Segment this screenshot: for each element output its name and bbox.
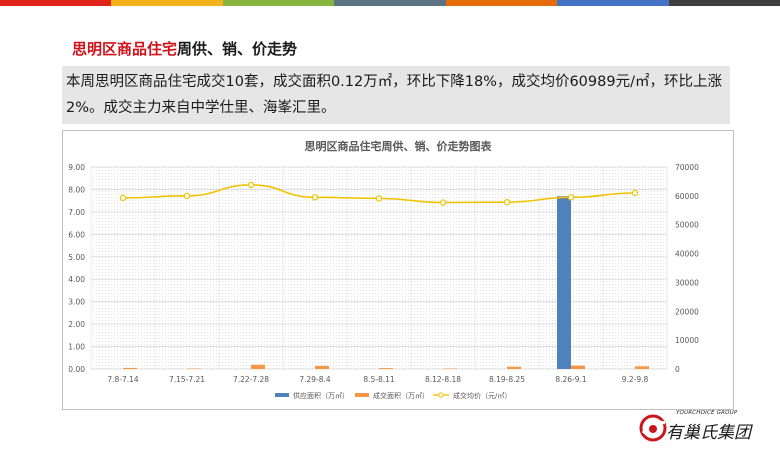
y-right-tick-label: 0: [675, 365, 680, 374]
y-right-tick-label: 60000: [675, 192, 699, 201]
page-title-black: 周供、销、价走势: [177, 40, 298, 58]
price-point: [503, 199, 511, 206]
x-tick-label: 7.22-7.28: [233, 375, 269, 384]
y-left-tick-label: 0.00: [68, 365, 85, 374]
y-right-tick-label: 70000: [675, 163, 699, 172]
deal-area-bar: [123, 367, 137, 369]
y-left-tick-label: 1.00: [68, 343, 85, 352]
y-right-tick-label: 20000: [675, 307, 699, 316]
company-logo: YOURCHOICE GROUP 有巢氏集团: [636, 410, 776, 446]
logo-subtitle: YOURCHOICE GROUP: [676, 410, 738, 416]
y-right-tick-label: 40000: [675, 250, 699, 259]
legend-swatch: [275, 393, 289, 397]
price-point: [311, 194, 319, 201]
y-right-tick-label: 10000: [675, 336, 699, 345]
page-title: 思明区商品住宅周供、销、价走势: [72, 38, 297, 59]
x-tick-label: 8.5-8.11: [363, 375, 395, 384]
price-point: [375, 195, 383, 202]
price-point: [567, 194, 575, 201]
price-point: [439, 199, 447, 206]
price-point: [247, 181, 255, 189]
color-band: [334, 0, 446, 6]
x-tick-label: 7.15-7.21: [169, 375, 205, 384]
price-point: [183, 192, 191, 200]
x-tick-label: 8.19-8.25: [489, 375, 525, 384]
y-left-tick-label: 5.00: [68, 253, 85, 262]
legend-marker: [438, 392, 444, 398]
logo-name: 有巢氏集团: [666, 423, 751, 443]
y-left-tick-label: 3.00: [68, 298, 85, 307]
x-tick-label: 8.12-8.18: [425, 375, 461, 384]
legend-label: 成交面积（万㎡）: [373, 391, 429, 400]
deal-area-bar: [251, 364, 265, 369]
deal-area-bar: [571, 365, 585, 369]
combo-chart: 思明区商品住宅周供、销、价走势图表 0.00 1.00 2.00 3.00 4.00 5.…: [68, 139, 699, 400]
legend-swatch: [355, 393, 369, 397]
color-band: [222, 0, 335, 6]
page-title-red: 思明区商品住宅: [72, 40, 178, 58]
price-point: [631, 189, 639, 197]
color-band: [668, 0, 780, 6]
chart-title: 思明区商品住宅周供、销、价走势图表: [305, 139, 493, 153]
top-color-bar: [0, 0, 780, 6]
y-left-tick-label: 7.00: [68, 208, 85, 217]
color-band: [0, 0, 112, 6]
deal-area-bar: [315, 365, 329, 369]
x-tick-label: 7.29-8.4: [299, 375, 331, 384]
color-band: [557, 0, 669, 6]
price-point: [119, 194, 127, 202]
y-right-tick-label: 30000: [675, 278, 699, 287]
chart-container: 思明区商品住宅周供、销、价走势图表 0.00 1.00 2.00 3.00 4.00 5.…: [62, 130, 734, 410]
y-right-tick-label: 50000: [675, 221, 699, 230]
x-tick-label: 8.26-9.1: [555, 375, 587, 384]
supply-bar: [557, 196, 571, 369]
deal-area-bar: [379, 368, 393, 369]
y-left-tick-label: 8.00: [68, 185, 85, 194]
summary-text: 本周思明区商品住宅成交10套，成交面积0.12万㎡，环比下降18%，成交均价60…: [62, 66, 730, 124]
y-left-tick-label: 9.00: [68, 163, 85, 172]
color-band: [111, 0, 223, 6]
x-tick-label: 9.2-9.8: [622, 375, 649, 384]
legend-label: 成交均价（元/㎡）: [453, 391, 511, 400]
y-left-tick-label: 6.00: [68, 230, 85, 239]
x-tick-label: 7.8-7.14: [107, 375, 139, 384]
swirl-logo-icon: [639, 414, 667, 442]
y-left-tick-label: 2.00: [68, 320, 85, 329]
deal-area-bar: [507, 366, 521, 369]
color-band: [445, 0, 558, 6]
deal-area-bar: [635, 366, 649, 369]
y-left-tick-label: 4.00: [68, 275, 85, 284]
legend-label: 供应面积（万㎡）: [293, 391, 349, 400]
